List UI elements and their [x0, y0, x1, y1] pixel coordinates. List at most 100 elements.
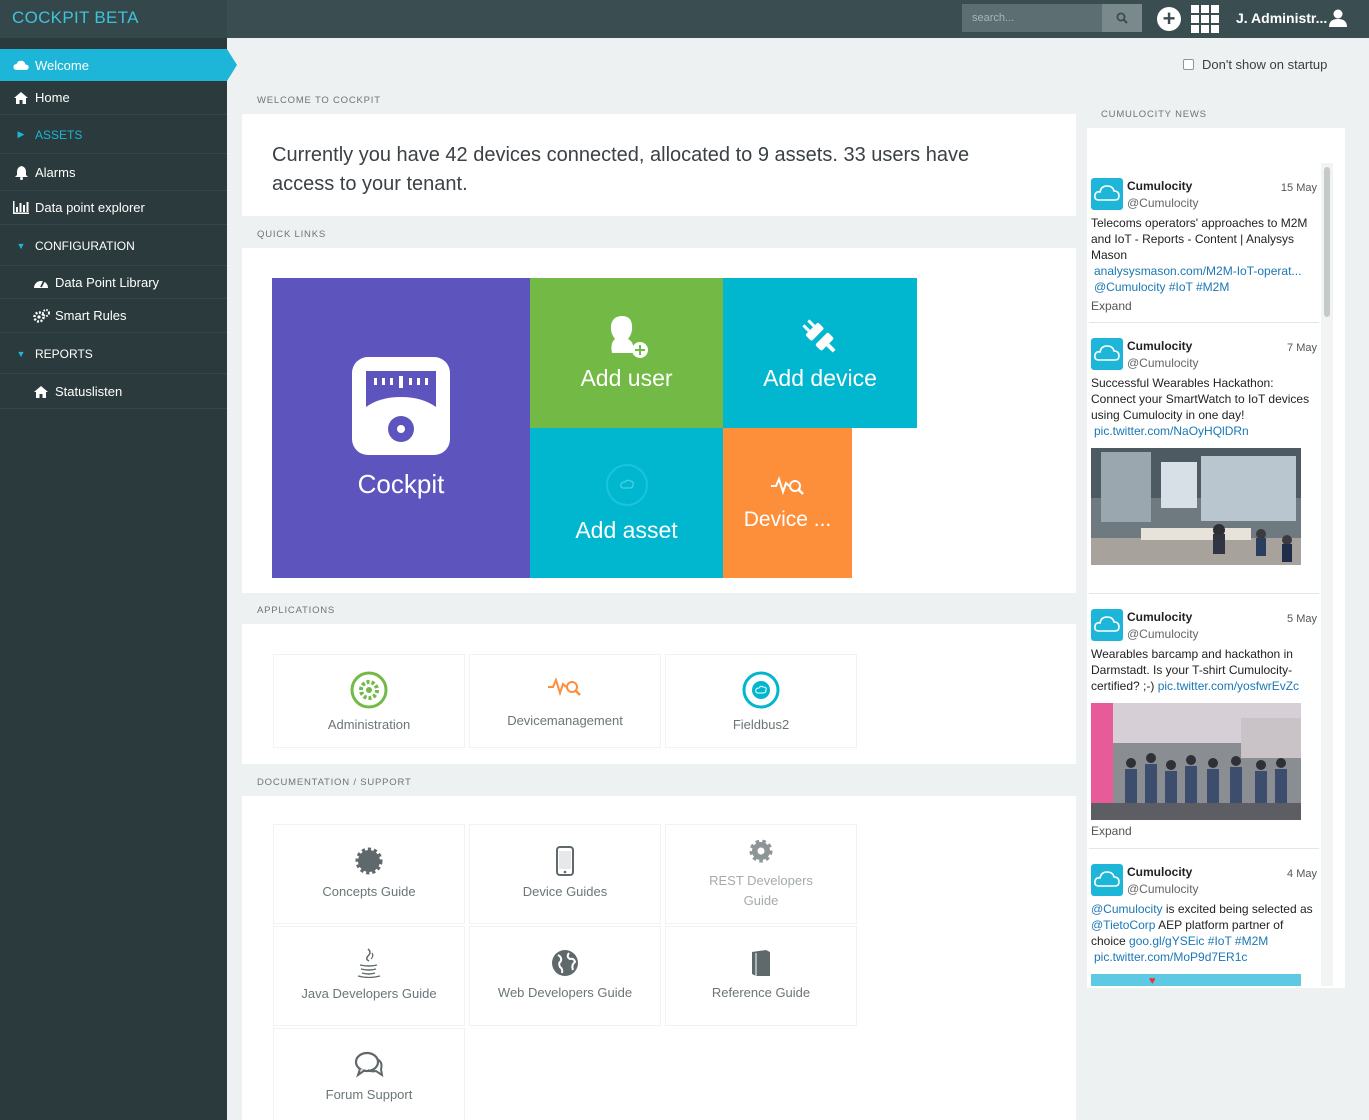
sidebar-item-home[interactable]: Home: [0, 81, 227, 115]
cumulocity-avatar[interactable]: [1091, 178, 1123, 210]
tweet-item: Cumulocity @Cumulocity 15 May Telecoms o…: [1091, 178, 1319, 318]
chat-bubbles-icon: [354, 1051, 384, 1078]
tweet-expand[interactable]: Expand: [1091, 824, 1132, 838]
tweet-link[interactable]: pic.twitter.com/NaOyHQlDRn: [1094, 424, 1249, 438]
tweet-handle[interactable]: @Cumulocity: [1127, 881, 1199, 897]
sidebar: Welcome Home ▶ ASSETS Alarms Data point …: [0, 38, 237, 1120]
doc-label: Reference Guide: [711, 985, 811, 1000]
add-plus-icon[interactable]: +: [1157, 7, 1181, 31]
tweet-handle[interactable]: @Cumulocity: [1127, 626, 1199, 642]
tweet-date[interactable]: 4 May: [1287, 866, 1317, 882]
tweet-date[interactable]: 5 May: [1287, 611, 1317, 627]
cogs-icon: [32, 308, 50, 323]
plug-icon: [802, 318, 836, 353]
device-tile-label: Device ...: [743, 508, 832, 531]
add-device-tile[interactable]: Add device: [723, 278, 917, 428]
administration-gear-icon: [350, 671, 388, 708]
tweet-tags[interactable]: @Cumulocity #IoT #M2M: [1094, 280, 1229, 294]
tweet-link[interactable]: goo.gl/gYSEic: [1129, 934, 1204, 948]
sidebar-section-reports[interactable]: ▼ REPORTS: [0, 334, 227, 374]
tweet-item: Cumulocity @Cumulocity 5 May Wearables b…: [1091, 609, 1319, 699]
mobile-phone-icon: [556, 846, 574, 876]
device-management-tile[interactable]: Device ...: [723, 428, 852, 578]
tweet-link[interactable]: pic.twitter.com/yosfwrEvZc: [1158, 679, 1299, 693]
sidebar-item-label: Welcome: [35, 57, 89, 73]
news-scrollbar-thumb[interactable]: [1324, 167, 1330, 317]
sidebar-item-label: Smart Rules: [55, 308, 127, 323]
cumulocity-avatar[interactable]: [1091, 338, 1123, 370]
quick-links-section-title: QUICK LINKS: [257, 229, 326, 240]
tweet-text: Telecoms operators' approaches to M2M an…: [1091, 216, 1308, 262]
hackathon-photo[interactable]: [1091, 448, 1301, 565]
gauge-icon: [352, 356, 450, 455]
sidebar-item-data-point-library[interactable]: Data Point Library: [0, 267, 227, 299]
add-user-tile[interactable]: Add user: [530, 278, 723, 428]
cog-icon: [355, 847, 383, 875]
app-label: Devicemanagement: [507, 712, 623, 728]
doc-rest-developers-guide[interactable]: REST Developers Guide: [665, 824, 857, 924]
doc-concepts-guide[interactable]: Concepts Guide: [273, 824, 465, 924]
app-switcher-grid-icon[interactable]: [1191, 5, 1219, 33]
app-title[interactable]: COCKPIT BETA: [0, 0, 227, 38]
search-input[interactable]: [962, 4, 1102, 32]
tweet-handle[interactable]: @Cumulocity: [1127, 355, 1199, 371]
tweet-author[interactable]: Cumulocity: [1127, 178, 1192, 194]
tweet-link[interactable]: pic.twitter.com/MoP9d7ER1c: [1094, 950, 1247, 964]
tweet-date[interactable]: 15 May: [1281, 180, 1317, 196]
tweet-date[interactable]: 7 May: [1287, 340, 1317, 356]
sidebar-item-statuslisten[interactable]: Statuslisten: [0, 375, 227, 409]
cockpit-tile[interactable]: Cockpit: [272, 278, 530, 578]
caret-right-icon: ▶: [17, 129, 25, 139]
sidebar-item-label: Alarms: [35, 165, 76, 180]
app-label: Fieldbus2: [732, 716, 790, 732]
news-section-title: CUMULOCITY NEWS: [1101, 109, 1207, 120]
search-icon: [1116, 12, 1128, 24]
doc-web-developers-guide[interactable]: Web Developers Guide: [469, 926, 661, 1026]
tweet-handle[interactable]: @Cumulocity: [1127, 195, 1199, 211]
user-menu[interactable]: J. Administr...: [1236, 10, 1327, 26]
tweet-body: Successful Wearables Hackathon: Connect …: [1091, 375, 1317, 439]
sidebar-section-assets[interactable]: ▶ ASSETS: [0, 116, 227, 154]
tweet-tags[interactable]: #IoT #M2M: [1208, 934, 1268, 948]
sidebar-section-configuration[interactable]: ▼ CONFIGURATION: [0, 226, 227, 266]
app-card-administration[interactable]: Administration: [273, 654, 465, 748]
tweet-photo-preview[interactable]: ♥: [1091, 974, 1301, 987]
user-icon[interactable]: [1328, 8, 1348, 28]
doc-java-developers-guide[interactable]: Java Developers Guide: [273, 926, 465, 1026]
cumulocity-avatar[interactable]: [1091, 864, 1123, 896]
doc-device-guides[interactable]: Device Guides: [469, 824, 661, 924]
book-icon: [752, 950, 770, 976]
barcamp-photo[interactable]: [1091, 703, 1301, 820]
doc-forum-support[interactable]: Forum Support: [273, 1028, 465, 1120]
tweet-author[interactable]: Cumulocity: [1127, 338, 1192, 354]
sidebar-item-label: Home: [35, 90, 70, 105]
app-card-fieldbus2[interactable]: Fieldbus2: [665, 654, 857, 748]
tweet-expand-row: Expand: [1091, 823, 1319, 841]
java-cup-icon: [357, 948, 381, 978]
heart-icon: ♥: [1149, 975, 1156, 987]
news-scrollbar[interactable]: [1321, 163, 1333, 986]
gear-icon: [749, 839, 773, 863]
tweet-mention[interactable]: @Cumulocity: [1091, 902, 1163, 916]
cumulocity-avatar[interactable]: [1091, 609, 1123, 641]
devicemanagement-icon: [548, 676, 581, 696]
doc-reference-guide[interactable]: Reference Guide: [665, 926, 857, 1026]
tweet-author[interactable]: Cumulocity: [1127, 864, 1192, 880]
welcome-text: Currently you have 42 devices connected,…: [272, 144, 970, 195]
sidebar-item-data-point-explorer[interactable]: Data point explorer: [0, 191, 227, 225]
dont-show-checkbox[interactable]: [1183, 59, 1194, 70]
tweet-mention[interactable]: @TietoCorp: [1091, 918, 1155, 932]
docs-section-title: DOCUMENTATION / SUPPORT: [257, 777, 412, 788]
tweet-author[interactable]: Cumulocity: [1127, 609, 1192, 625]
dont-show-on-startup[interactable]: Don't show on startup: [1183, 57, 1327, 72]
app-card-devicemanagement[interactable]: Devicemanagement: [469, 654, 661, 748]
tweet-expand[interactable]: Expand: [1091, 298, 1132, 314]
sidebar-item-smart-rules[interactable]: Smart Rules: [0, 299, 227, 333]
add-user-icon: [610, 315, 648, 358]
sidebar-item-alarms[interactable]: Alarms: [0, 155, 227, 191]
sidebar-item-welcome[interactable]: Welcome: [0, 49, 237, 81]
add-asset-tile[interactable]: Add asset: [530, 428, 723, 578]
sidebar-item-label: Data Point Library: [55, 275, 160, 290]
search-button[interactable]: [1102, 4, 1142, 32]
tweet-link[interactable]: analysysmason.com/M2M-IoT-operat...: [1094, 264, 1301, 278]
